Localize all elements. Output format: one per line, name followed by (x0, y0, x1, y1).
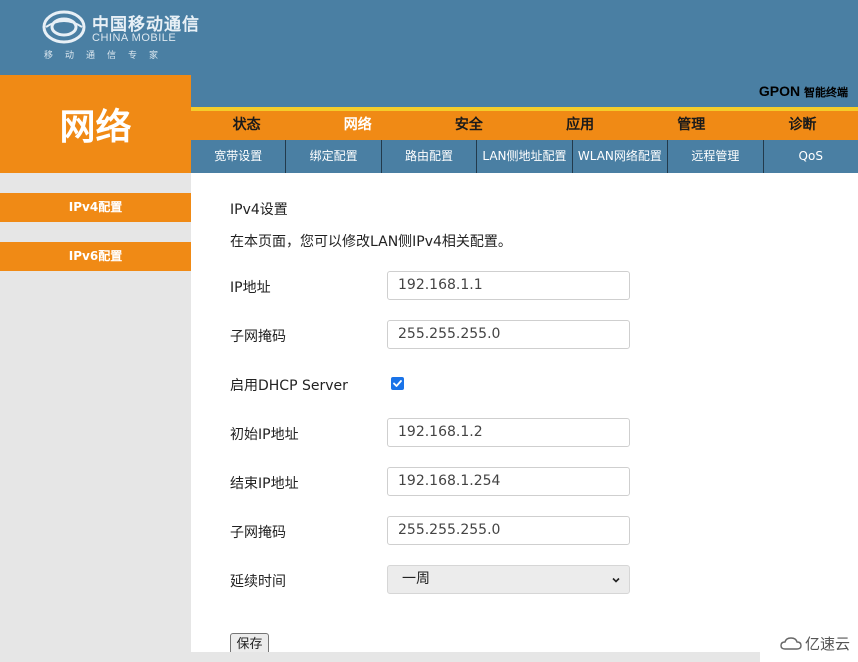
tab-security[interactable]: 安全 (413, 111, 524, 140)
bottom-scroll-strip (0, 652, 760, 662)
end-ip-label: 结束IP地址 (230, 476, 299, 492)
end-ip-input[interactable]: 192.168.1.254 (387, 467, 630, 496)
subnet-mask-label: 子网掩码 (230, 329, 286, 345)
subtab-remote-management[interactable]: 远程管理 (668, 140, 764, 173)
brand-name-en: CHINA MOBILE (92, 32, 177, 44)
device-bar: GPON 智能终端 (191, 75, 858, 107)
lease-time-value: 一周 (402, 571, 430, 587)
watermark-text: 亿速云 (804, 635, 850, 653)
device-name: GPON 智能终端 (759, 83, 848, 100)
dhcp-subnet-mask-input[interactable]: 255.255.255.0 (387, 516, 630, 545)
subtab-qos[interactable]: QoS (764, 140, 858, 173)
device-suffix: 智能终端 (804, 87, 848, 99)
section-title: 网络 (0, 75, 191, 173)
page-heading: IPv4设置 (230, 202, 288, 218)
checkmark-icon (393, 380, 402, 387)
main-content: IPv4设置 在本页面，您可以修改LAN侧IPv4相关配置。 IP地址 192.… (191, 173, 858, 662)
watermark: 亿速云 (780, 633, 850, 654)
start-ip-input[interactable]: 192.168.1.2 (387, 418, 630, 447)
dhcp-server-label: 启用DHCP Server (230, 378, 348, 394)
main-nav: 状态 网络 安全 应用 管理 诊断 (191, 111, 858, 140)
brand-slogan: 移动通信专家 (44, 51, 171, 61)
lease-time-select[interactable]: 一周 (387, 565, 630, 594)
dhcp-server-checkbox[interactable] (391, 377, 404, 390)
sidebar-item-ipv4[interactable]: IPv4配置 (0, 193, 191, 222)
subtab-broadband[interactable]: 宽带设置 (191, 140, 287, 173)
subtab-lan-address[interactable]: LAN侧地址配置 (477, 140, 573, 173)
page-description: 在本页面，您可以修改LAN侧IPv4相关配置。 (230, 234, 512, 250)
sidebar-item-ipv6[interactable]: IPv6配置 (0, 242, 191, 271)
ip-address-label: IP地址 (230, 280, 271, 296)
sidebar: IPv4配置 IPv6配置 (0, 173, 191, 662)
tab-application[interactable]: 应用 (525, 111, 636, 140)
tab-management[interactable]: 管理 (636, 111, 747, 140)
china-mobile-logo-icon (42, 10, 86, 44)
china-mobile-logo: 中国移动通信 CHINA MOBILE 移动通信专家 (42, 8, 212, 64)
tab-diagnostics[interactable]: 诊断 (747, 111, 858, 140)
sub-nav: 宽带设置 绑定配置 路由配置 LAN侧地址配置 WLAN网络配置 远程管理 Qo… (191, 140, 858, 173)
start-ip-label: 初始IP地址 (230, 427, 299, 443)
subtab-wlan[interactable]: WLAN网络配置 (573, 140, 669, 173)
top-banner: 中国移动通信 CHINA MOBILE 移动通信专家 (0, 0, 858, 75)
subtab-routing[interactable]: 路由配置 (382, 140, 478, 173)
ip-address-input[interactable]: 192.168.1.1 (387, 271, 630, 300)
cloud-logo-icon (780, 636, 802, 650)
tab-network[interactable]: 网络 (302, 111, 413, 140)
lease-time-label: 延续时间 (230, 574, 286, 590)
device-model: GPON (758, 83, 801, 99)
subtab-binding[interactable]: 绑定配置 (286, 140, 382, 173)
dhcp-subnet-mask-label: 子网掩码 (230, 525, 286, 541)
tab-status[interactable]: 状态 (191, 111, 302, 140)
subnet-mask-input[interactable]: 255.255.255.0 (387, 320, 630, 349)
chevron-down-icon (612, 577, 620, 583)
